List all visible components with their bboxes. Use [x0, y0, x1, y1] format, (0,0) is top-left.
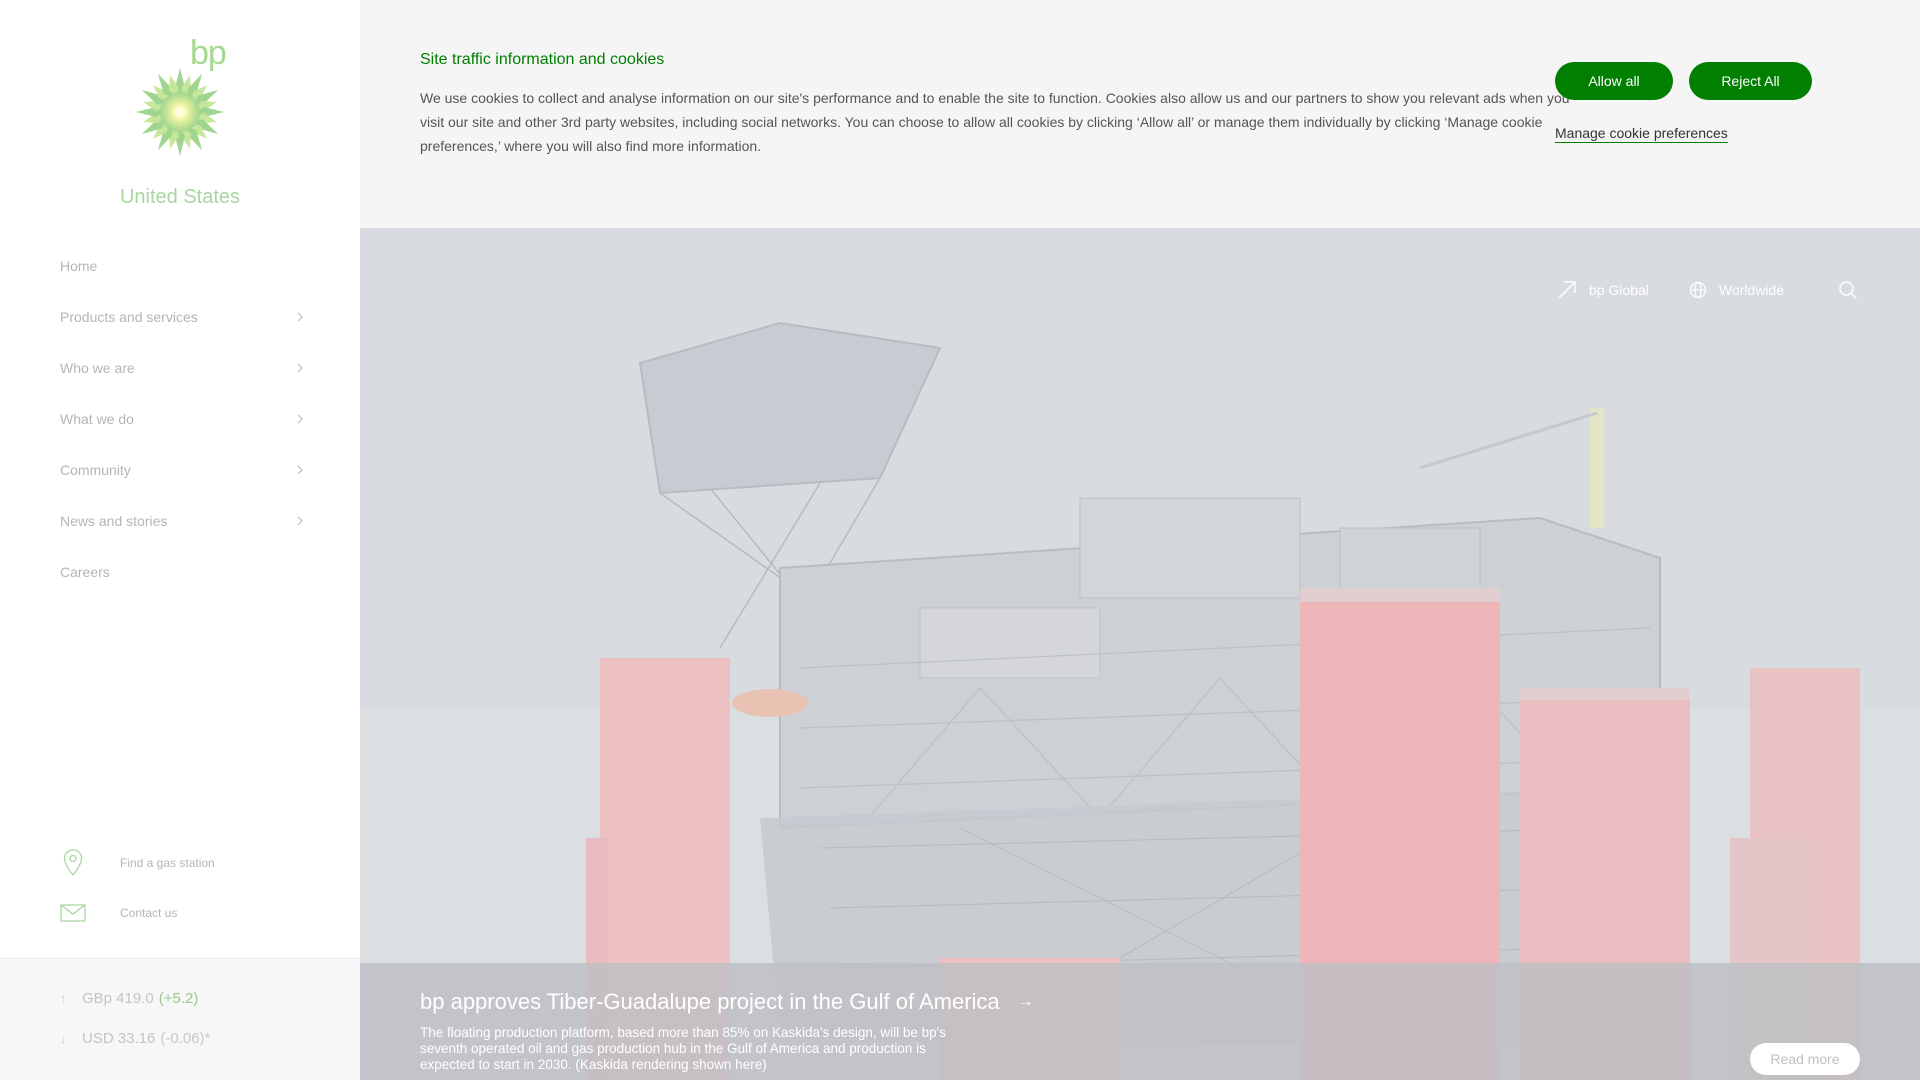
- cookie-banner: Site traffic information and cookies We …: [360, 0, 1920, 228]
- map-pin-icon: [60, 849, 86, 877]
- envelope-icon: [60, 900, 86, 926]
- globe-icon: [1689, 281, 1706, 299]
- chevron-right-icon: [297, 516, 303, 525]
- bp-global-label: bp Global: [1588, 282, 1649, 298]
- find-gas-station-label: Find a gas station: [120, 856, 215, 870]
- nav-item-careers[interactable]: Careers: [60, 546, 305, 597]
- nav-item-label: Products and services: [60, 308, 198, 325]
- bp-logo[interactable]: bp: [130, 34, 240, 164]
- chevron-right-icon: [297, 363, 303, 372]
- contact-us-label: Contact us: [120, 906, 178, 920]
- nav-item-community[interactable]: Community: [60, 444, 305, 495]
- read-more-button[interactable]: Read more: [1750, 1043, 1860, 1075]
- cookie-text: We use cookies to collect and analyse in…: [420, 90, 1570, 154]
- hero-headline-link[interactable]: bp approves Tiber-Guadalupe project in t…: [420, 989, 1034, 1015]
- nav-item-label: News and stories: [60, 512, 168, 529]
- hero-topbar: bp Global Worldwide: [1517, 280, 1870, 300]
- find-gas-station-link[interactable]: Find a gas station: [60, 849, 320, 877]
- allow-all-button[interactable]: Allow all: [1555, 62, 1673, 100]
- nav-item-label: Community: [60, 461, 131, 478]
- hero-headline: bp approves Tiber-Guadalupe project in t…: [420, 989, 1000, 1014]
- helios-flower-icon: [136, 68, 224, 156]
- stock-usd-change: (-0.06)*: [160, 1030, 211, 1047]
- sidebar: bp United States Home Products and servi…: [0, 0, 360, 1080]
- chevron-right-icon: [297, 312, 303, 321]
- stock-gbp-change: (+5.2): [158, 990, 199, 1007]
- contact-us-link[interactable]: Contact us: [60, 900, 320, 926]
- external-arrow-icon: [1558, 281, 1576, 299]
- nav-item-news-and-stories[interactable]: News and stories: [60, 495, 305, 546]
- nav-item-label: Home: [60, 257, 98, 274]
- stock-ticker: ↑ GBp 419.0 (+5.2) ↓ USD 33.16 (-0.06)*: [0, 959, 360, 1080]
- arrow-down-icon: ↓: [60, 1031, 67, 1046]
- arrow-up-icon: ↑: [60, 991, 67, 1006]
- chevron-right-icon: [297, 465, 303, 474]
- nav-item-who-we-are[interactable]: Who we are: [60, 342, 305, 393]
- reject-all-button[interactable]: Reject All: [1689, 62, 1812, 100]
- search-icon: [1839, 281, 1857, 299]
- nav-item-label: What we do: [60, 410, 134, 427]
- hero-caption: bp approves Tiber-Guadalupe project in t…: [360, 963, 1920, 1080]
- nav-item-label: Who we are: [60, 359, 135, 376]
- bp-global-link[interactable]: bp Global: [1557, 280, 1649, 300]
- nav-item-label: Careers: [60, 563, 110, 580]
- stock-usd-value: USD 33.16: [82, 1030, 156, 1047]
- region-label: Worldwide: [1718, 282, 1784, 298]
- main-nav: Home Products and services Who we are Wh…: [60, 240, 305, 597]
- stock-gbp-value: GBp 419.0: [82, 990, 154, 1007]
- chevron-right-icon: [297, 414, 303, 423]
- nav-item-products-and-services[interactable]: Products and services: [60, 291, 305, 342]
- stock-gbp: ↑ GBp 419.0 (+5.2): [60, 990, 198, 1007]
- nav-item-home[interactable]: Home: [60, 240, 305, 291]
- country-label: United States: [119, 186, 241, 208]
- region-selector[interactable]: Worldwide: [1689, 281, 1784, 299]
- search-button[interactable]: [1838, 280, 1870, 300]
- arrow-right-icon: →: [1017, 993, 1034, 1010]
- nav-item-what-we-do[interactable]: What we do: [60, 393, 305, 444]
- hero-banner: bp Global Worldwide bp approves Tiber-Gu…: [360, 228, 1920, 1080]
- manage-cookie-preferences-link[interactable]: Manage cookie preferences: [1555, 125, 1728, 141]
- stock-usd: ↓ USD 33.16 (-0.06)*: [60, 1030, 210, 1047]
- offshore-platform-image: [360, 228, 1920, 1080]
- cookie-title: Site traffic information and cookies: [420, 51, 665, 68]
- hero-description: The floating production platform, based …: [420, 1025, 946, 1072]
